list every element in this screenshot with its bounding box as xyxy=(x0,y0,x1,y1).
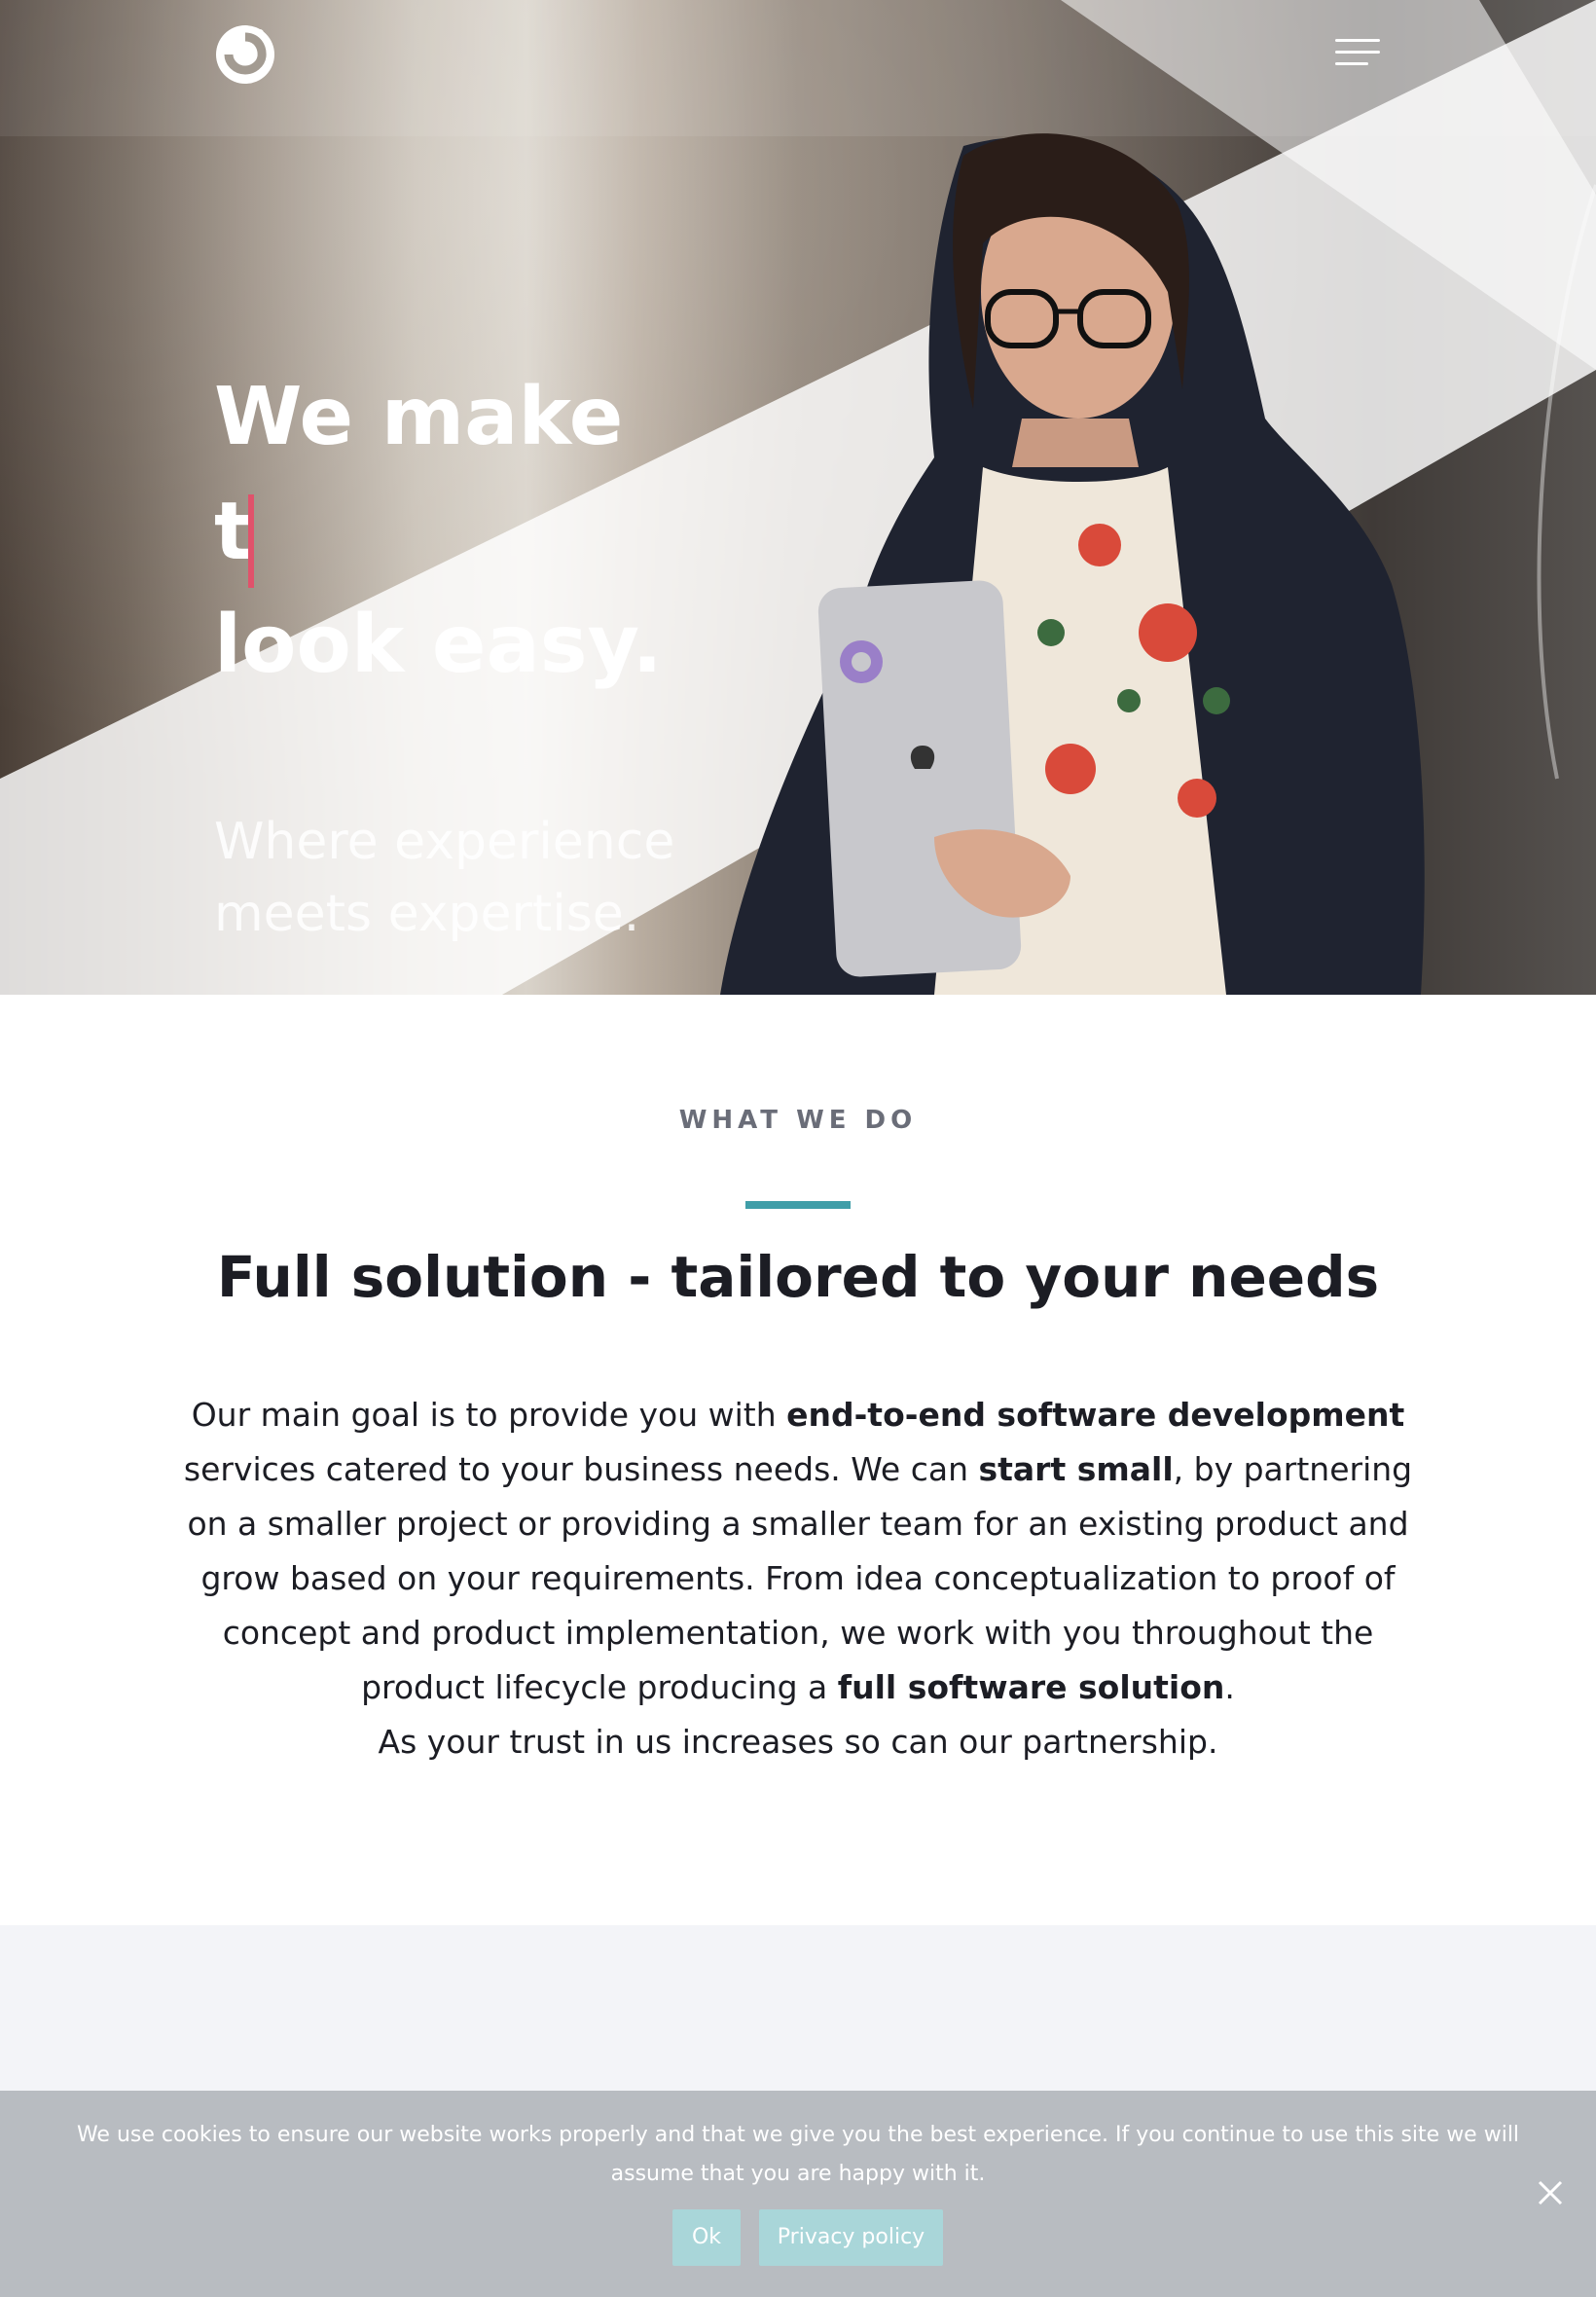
section-title: Full solution - tailored to your needs xyxy=(216,1244,1380,1310)
hero-headline-line3: look easy. xyxy=(214,599,663,691)
close-icon[interactable] xyxy=(1534,2176,1567,2209)
menu-line xyxy=(1335,39,1380,42)
hamburger-menu-icon[interactable] xyxy=(1335,39,1380,70)
hero-tagline-line2: meets expertise. xyxy=(214,885,640,943)
body-text-run: services catered to your business needs.… xyxy=(183,1450,979,1488)
body-paragraph: Our main goal is to provide you with end… xyxy=(175,1388,1421,1715)
hero-section: We make t look easy. Where experience me… xyxy=(0,0,1596,995)
menu-line xyxy=(1335,51,1380,54)
typing-caret xyxy=(248,494,254,588)
body-emphasis-end-to-end: end-to-end software development xyxy=(786,1396,1405,1434)
section-body: Our main goal is to provide you with end… xyxy=(175,1388,1421,1769)
body-text-run: . xyxy=(1224,1668,1235,1706)
hero-tagline: Where experience meets expertise. xyxy=(214,806,674,950)
body-text-run: Our main goal is to provide you with xyxy=(191,1396,787,1434)
section-divider xyxy=(745,1201,851,1209)
body-emphasis-start-small: start small xyxy=(978,1450,1174,1488)
brand-logo[interactable] xyxy=(214,23,276,86)
hero-headline-typing: t xyxy=(214,486,253,578)
privacy-policy-button[interactable]: Privacy policy xyxy=(759,2209,943,2266)
section-eyebrow: WHAT WE DO xyxy=(678,1106,918,1135)
cookie-message: We use cookies to ensure our website wor… xyxy=(76,2123,1520,2186)
body-paragraph-trust: As your trust in us increases so can our… xyxy=(378,1723,1218,1761)
body-emphasis-full-solution: full software solution xyxy=(837,1668,1225,1706)
cookie-banner: We use cookies to ensure our website wor… xyxy=(0,2091,1596,2297)
hero-headline-line1: We make xyxy=(214,371,624,463)
menu-line xyxy=(1335,62,1368,65)
hero-tagline-line1: Where experience xyxy=(214,813,675,871)
cookie-ok-button[interactable]: Ok xyxy=(672,2209,741,2266)
